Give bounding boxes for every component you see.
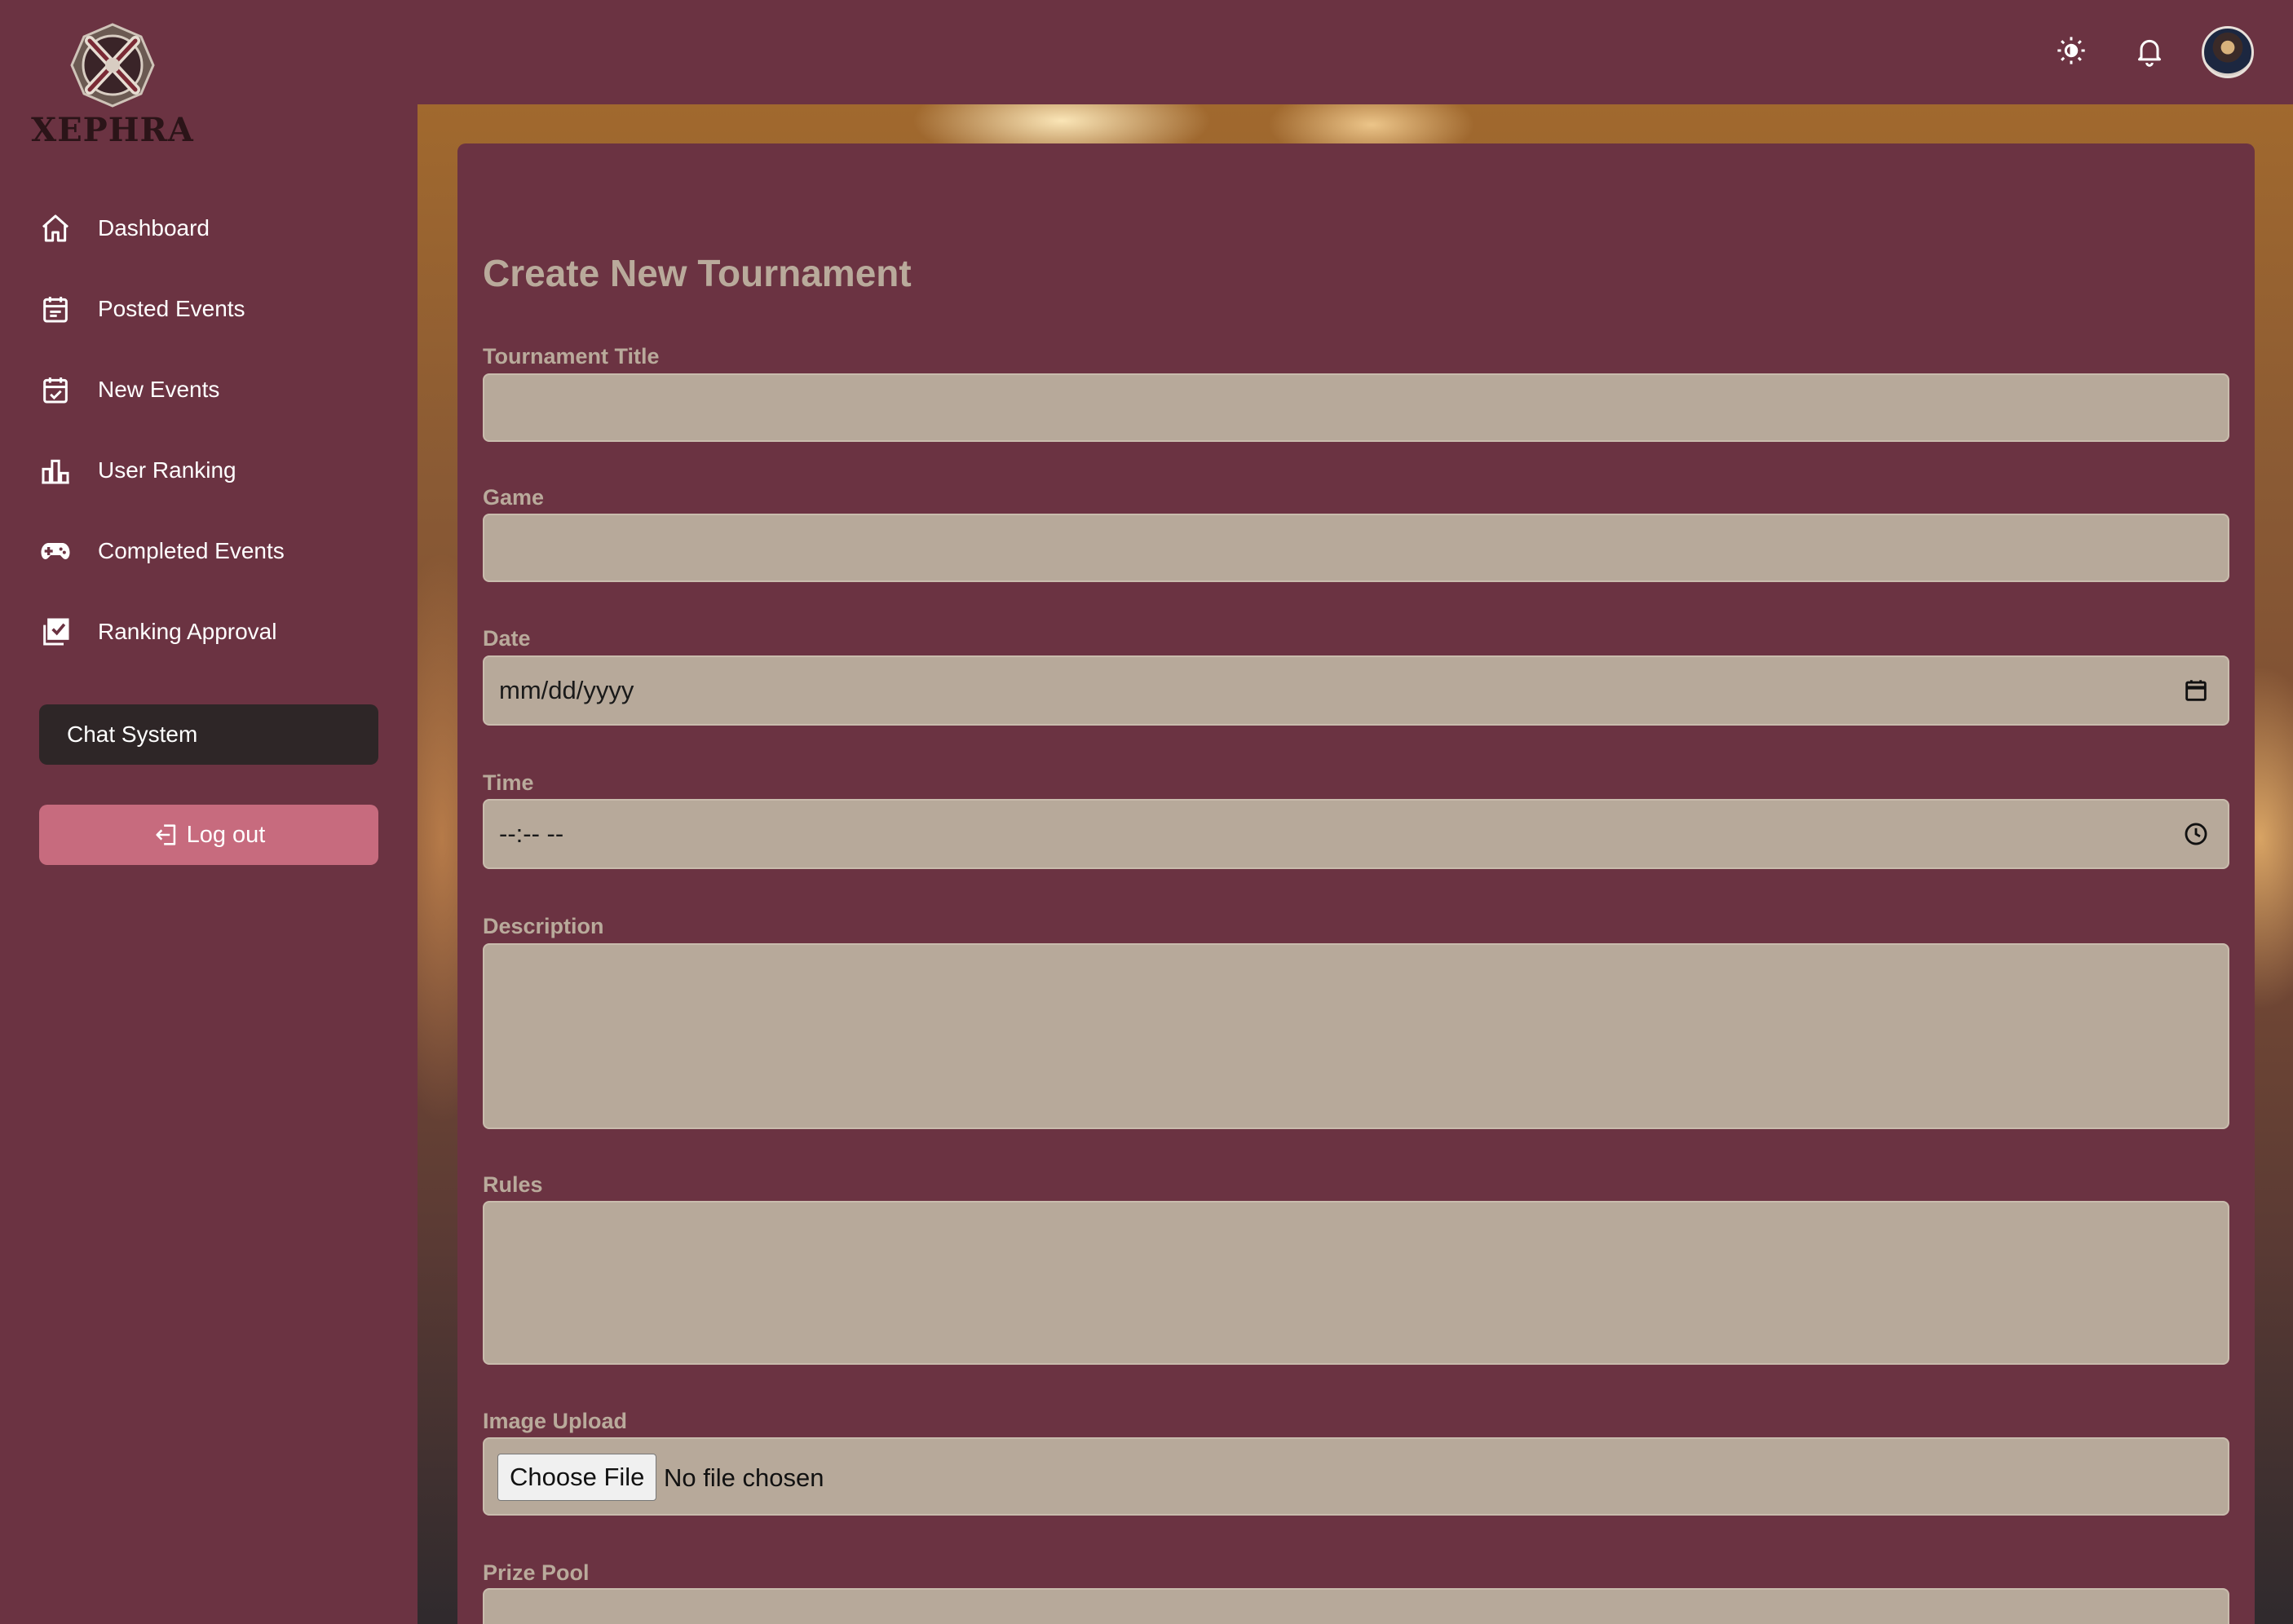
choose-file-button[interactable]: Choose File [497,1454,657,1501]
clock-icon[interactable] [2182,820,2210,848]
prize-pool-input[interactable] [483,1588,2229,1624]
tournament-title-input[interactable] [483,373,2229,442]
logout-icon [156,824,175,845]
image-upload-input[interactable]: Choose File No file chosen [483,1437,2229,1516]
sidebar-item-label: Dashboard [98,214,210,241]
game-input[interactable] [483,514,2229,582]
time-input[interactable]: --:-- -- [483,799,2229,869]
sidebar-item-label: Completed Events [98,537,285,563]
page-title: Create New Tournament [483,252,912,294]
logo[interactable]: XEPHRA [31,23,194,149]
sidebar-item-label: Posted Events [98,295,245,321]
time-label: Time [483,770,534,795]
image-upload-label: Image Upload [483,1409,628,1433]
sidebar-item-label: User Ranking [98,457,236,483]
sidebar-item-ranking-approval[interactable]: Ranking Approval [0,591,418,672]
form-panel [457,143,2255,1624]
avatar[interactable] [2202,26,2254,78]
chat-system-label: Chat System [67,722,198,747]
date-label: Date [483,626,531,651]
calendar-icon [39,293,72,325]
sidebar-item-new-events[interactable]: New Events [0,349,418,430]
logo-text: XEPHRA [31,111,194,149]
sidebar-item-label: New Events [98,376,220,402]
logout-label: Log out [186,821,266,848]
calendar-picker-icon[interactable] [2182,677,2210,704]
file-status: No file chosen [664,1463,824,1492]
bell-icon[interactable] [2133,34,2166,67]
date-placeholder: mm/dd/yyyy [499,676,634,704]
prize-pool-label: Prize Pool [483,1560,590,1585]
chat-system-button[interactable]: Chat System [39,704,378,765]
sidebar-item-completed-events[interactable]: Completed Events [0,510,418,591]
theme-toggle-icon[interactable] [2055,34,2088,67]
sidebar: XEPHRA Dashboard Posted Events New Event… [0,0,418,1624]
rules-textarea[interactable] [483,1201,2229,1365]
home-icon [39,212,72,245]
sidebar-nav: Dashboard Posted Events New Events User … [0,188,418,672]
description-textarea[interactable] [483,943,2229,1129]
approval-icon [39,616,72,648]
logout-button[interactable]: Log out [39,805,378,865]
date-input[interactable]: mm/dd/yyyy [483,655,2229,726]
gamepad-icon [39,535,72,567]
rules-label: Rules [483,1172,543,1197]
logo-emblem-icon [70,23,155,108]
calendar-check-icon [39,373,72,406]
sidebar-item-dashboard[interactable]: Dashboard [0,188,418,268]
game-label: Game [483,485,545,510]
app: XEPHRA Dashboard Posted Events New Event… [0,0,2293,1624]
description-label: Description [483,914,604,938]
tournament-title-label: Tournament Title [483,344,660,368]
sidebar-item-posted-events[interactable]: Posted Events [0,268,418,349]
sidebar-item-user-ranking[interactable]: User Ranking [0,430,418,510]
ranking-icon [39,454,72,487]
time-placeholder: --:-- -- [499,819,564,848]
sidebar-item-label: Ranking Approval [98,618,277,644]
